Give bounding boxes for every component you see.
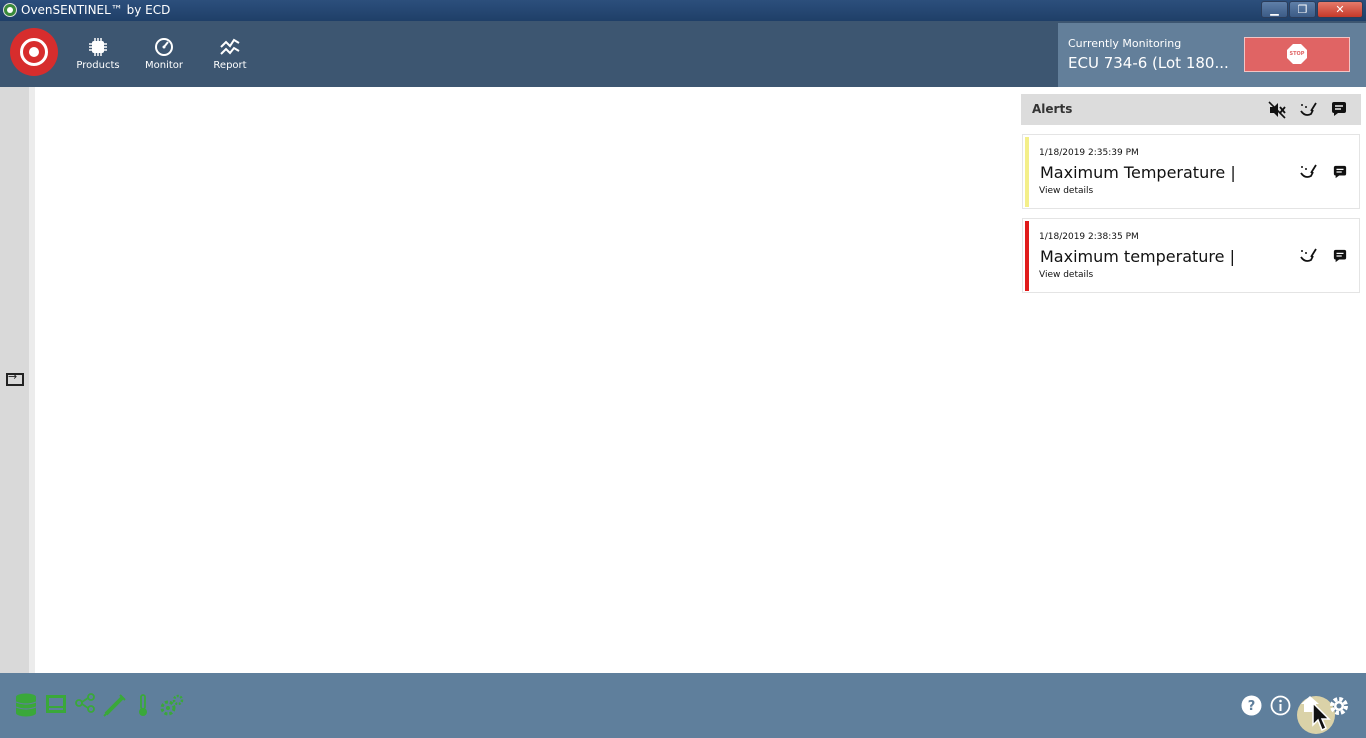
alert-card: 1/18/2019 2:35:39 PM Maximum Temperature… (1022, 134, 1360, 209)
database-icon[interactable] (15, 693, 37, 717)
settings-gear-icon[interactable] (1328, 695, 1350, 717)
nav-monitor-label: Monitor (144, 60, 183, 71)
stop-label: STOP (1289, 51, 1305, 57)
app-icon (3, 3, 17, 17)
logo-core (29, 47, 39, 57)
alerts-header: Alerts (1021, 94, 1361, 125)
status-bar: ? (0, 673, 1366, 738)
clear-alert-icon[interactable] (1299, 247, 1317, 265)
alert-message: Maximum temperature | (1040, 247, 1235, 266)
nav-products-button[interactable]: Products (70, 21, 126, 87)
view-details-link[interactable]: View details (1039, 186, 1093, 196)
currently-monitoring-panel: Currently Monitoring ECU 734-6 (Lot 180.… (1058, 23, 1366, 87)
app-logo[interactable] (10, 28, 58, 76)
alert-card: 1/18/2019 2:38:35 PM Maximum temperature… (1022, 218, 1360, 293)
svg-text:?: ? (1248, 699, 1256, 714)
nav-products-label: Products (76, 60, 120, 71)
info-icon[interactable] (1270, 695, 1291, 716)
probe-icon[interactable] (103, 693, 127, 717)
nav-report-label: Report (213, 60, 247, 71)
mute-icon[interactable] (1268, 101, 1286, 119)
currently-monitoring-label: Currently Monitoring (1068, 37, 1182, 50)
help-icon[interactable]: ? (1241, 695, 1262, 716)
currently-monitoring-value: ECU 734-6 (Lot 180... (1068, 54, 1229, 72)
storage-icon[interactable] (45, 693, 67, 715)
chip-icon (89, 38, 107, 56)
window-title: OvenSENTINEL™ by ECD (21, 3, 171, 17)
expand-panel-icon[interactable] (6, 370, 24, 386)
view-details-link[interactable]: View details (1039, 270, 1093, 280)
note-icon[interactable] (1333, 165, 1347, 179)
trend-icon (220, 38, 240, 55)
alert-message: Maximum Temperature | (1040, 163, 1236, 182)
gauge-icon (155, 38, 173, 56)
alert-timestamp: 1/18/2019 2:35:39 PM (1039, 148, 1139, 158)
share-icon[interactable] (75, 693, 95, 713)
nav-monitor-button[interactable]: Monitor (136, 21, 192, 87)
nav-report-button[interactable]: Report (202, 21, 258, 87)
stop-button[interactable]: STOP (1244, 37, 1350, 72)
mouse-cursor-icon (1312, 702, 1331, 732)
clear-all-icon[interactable] (1299, 101, 1317, 119)
thermometer-icon[interactable] (135, 693, 151, 717)
alert-timestamp: 1/18/2019 2:38:35 PM (1039, 232, 1139, 242)
clear-alert-icon[interactable] (1299, 163, 1317, 181)
severity-bar (1025, 221, 1029, 291)
note-icon[interactable] (1333, 249, 1347, 263)
close-button[interactable]: ✕ (1317, 1, 1363, 18)
main-toolbar: Products Monitor Report Currently Monito… (0, 21, 1366, 87)
severity-bar (1025, 137, 1029, 207)
maximize-button[interactable]: ❐ (1289, 1, 1316, 18)
notes-icon[interactable] (1331, 101, 1347, 117)
alerts-title: Alerts (1032, 102, 1073, 116)
side-panel-rail (0, 87, 29, 673)
minimize-button[interactable]: ▁ (1261, 1, 1288, 18)
gears-icon[interactable] (159, 693, 185, 717)
window-title-bar: OvenSENTINEL™ by ECD ▁ ❐ ✕ (0, 0, 1366, 21)
